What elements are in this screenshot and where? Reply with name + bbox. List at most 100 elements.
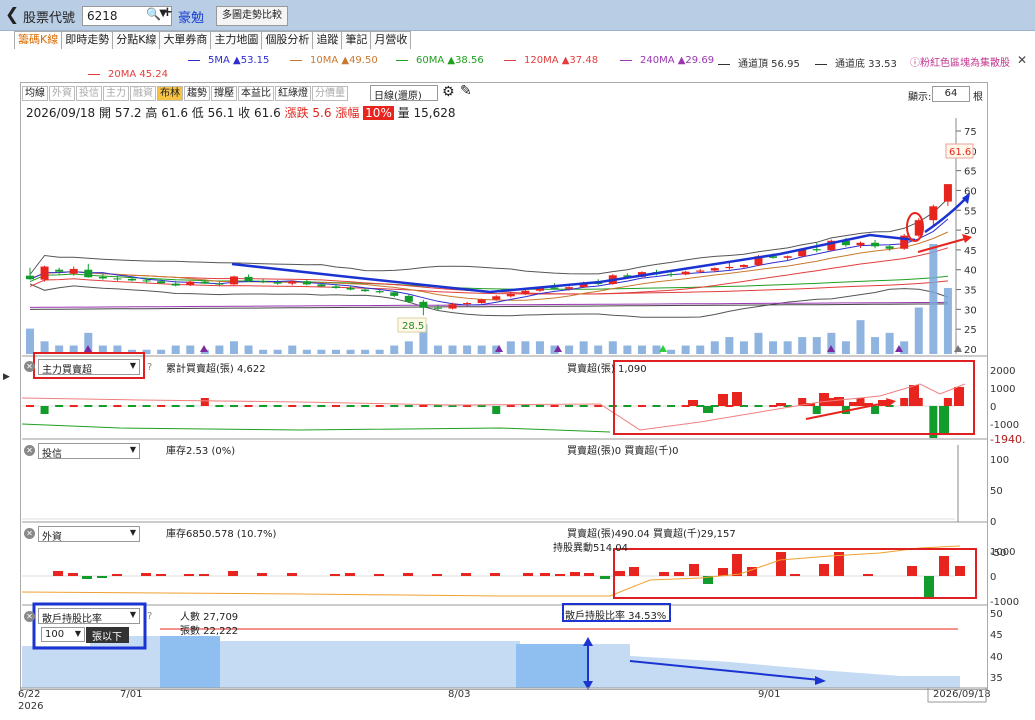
- main-force-bar: [55, 405, 64, 407]
- panel3-daily-label: 買賣超(張)490.04 買賣超(千)29,157: [567, 529, 736, 540]
- volume-bar: [157, 349, 166, 354]
- expand-left-icon[interactable]: ▶: [3, 372, 10, 382]
- foreign-bar: [674, 572, 684, 576]
- close-panel-icon[interactable]: ✕: [24, 445, 35, 456]
- chevron-down-icon[interactable]: ▼: [130, 528, 136, 537]
- foreign-bar: [403, 573, 413, 576]
- chevron-down-icon[interactable]: ▼: [130, 361, 136, 370]
- candle-body: [521, 290, 530, 294]
- close-panel-icon[interactable]: ✕: [24, 611, 35, 622]
- panel2-inv-label: 庫存2.53 (0%): [166, 446, 236, 457]
- foreign-bar: [53, 571, 63, 576]
- volume-bar: [535, 341, 544, 354]
- chevron-down-icon[interactable]: ▼: [75, 629, 81, 638]
- panel1-daily-label: 買賣超(張) 1,090: [567, 364, 647, 375]
- chart-canvas[interactable]: 75706560555045403530252061.628.520001000…: [0, 0, 1035, 720]
- foreign-bar: [257, 573, 267, 576]
- main-force-bar: [288, 405, 297, 407]
- candle-body: [390, 292, 399, 296]
- candle-body: [200, 281, 209, 284]
- volume-bar: [914, 307, 923, 354]
- help-icon[interactable]: ?: [147, 611, 152, 622]
- foreign-bar: [490, 573, 500, 576]
- main-force-bar: [40, 406, 49, 414]
- foreign-bar: [461, 573, 471, 576]
- main-force-bar: [419, 405, 428, 407]
- candle-body: [667, 274, 676, 276]
- volume-bar: [346, 349, 355, 354]
- candle-body: [681, 271, 690, 275]
- panel3-select[interactable]: 外資 ▼: [38, 526, 140, 543]
- panel2-select[interactable]: 投信 ▼: [38, 443, 140, 460]
- volume-bar: [783, 341, 792, 354]
- x-tick-label: 2026/09/18: [933, 689, 991, 700]
- help-icon[interactable]: ?: [147, 362, 152, 373]
- holder-size-select[interactable]: 100 ▼: [41, 627, 85, 642]
- volume-bar: [463, 345, 472, 354]
- price-tick-label: 65: [964, 167, 977, 178]
- volume-bar: [798, 337, 807, 354]
- panel1-select[interactable]: 主力買賣超 ▼: [38, 359, 140, 376]
- volume-bar: [331, 349, 340, 354]
- main-force-bar: [244, 405, 253, 407]
- close-panel-icon[interactable]: ✕: [24, 361, 35, 372]
- volume-bar: [506, 341, 515, 354]
- main-force-bar: [623, 405, 632, 407]
- main-force-bar: [703, 406, 713, 413]
- panel4-select[interactable]: 散戶持股比率 ▼: [38, 608, 140, 625]
- volume-bar: [885, 332, 894, 354]
- candle-body: [433, 307, 442, 309]
- foreign-bar: [330, 574, 340, 576]
- candle-body: [113, 278, 122, 280]
- holder-ratio-highlight: [160, 636, 220, 688]
- volume-bar: [171, 345, 180, 354]
- panel1-tick-label: -1000: [990, 420, 1019, 431]
- volume-bar: [302, 349, 311, 354]
- candle-body: [55, 269, 64, 272]
- main-force-bar: [346, 405, 355, 407]
- panel2-tick-label: 0: [990, 517, 996, 528]
- holder-people-label: 人數 27,709: [180, 612, 239, 623]
- foreign-bar: [600, 576, 610, 579]
- foreign-bar: [199, 574, 209, 576]
- foreign-bar: [570, 572, 580, 576]
- volume-bar: [856, 320, 865, 354]
- chevron-down-icon[interactable]: ▼: [130, 610, 136, 619]
- ma20-line: [29, 247, 949, 295]
- candle-body: [739, 264, 748, 267]
- volume-bar: [477, 345, 486, 354]
- volume-bar: [739, 341, 748, 354]
- candle-body: [331, 286, 340, 288]
- volume-bar: [710, 341, 719, 354]
- foreign-bar: [718, 568, 728, 576]
- volume-bar: [667, 349, 676, 354]
- volume-bar: [288, 345, 297, 354]
- candle-body: [710, 268, 719, 271]
- x-tick-label: 6/22: [18, 689, 40, 700]
- foreign-bar: [287, 573, 297, 576]
- candle-body: [244, 276, 253, 282]
- volume-bar: [229, 341, 238, 354]
- main-force-bar: [492, 406, 501, 414]
- foreign-bar: [939, 556, 949, 576]
- candle-body: [783, 256, 792, 258]
- candle-body: [943, 184, 952, 202]
- candle-body: [871, 242, 880, 247]
- candle-body: [84, 269, 93, 278]
- holder-size-unit: 張以下: [86, 627, 129, 643]
- candle-body: [288, 281, 297, 284]
- chevron-down-icon[interactable]: ▼: [130, 445, 136, 454]
- volume-bar: [273, 349, 282, 354]
- volume-bar: [390, 345, 399, 354]
- close-panel-icon[interactable]: ✕: [24, 528, 35, 539]
- main-force-bar: [127, 405, 136, 407]
- foreign-bar: [345, 573, 355, 576]
- main-force-bar: [113, 405, 122, 407]
- main-force-bar: [871, 406, 880, 414]
- candle-body: [506, 293, 515, 297]
- foreign-bar: [689, 564, 699, 576]
- candle-body: [317, 284, 326, 287]
- volume-bar: [579, 341, 588, 354]
- panel4-tick-label: 35: [990, 673, 1003, 684]
- x-tick-label: 8/03: [448, 689, 470, 700]
